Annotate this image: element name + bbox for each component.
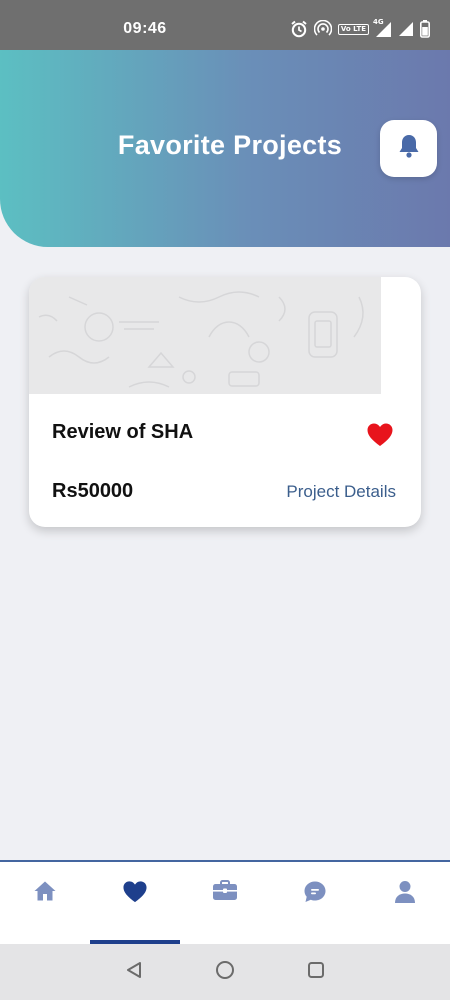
system-nav [0, 944, 450, 1000]
project-details-link[interactable]: Project Details [286, 482, 396, 502]
status-time: 09:46 [123, 20, 167, 37]
chat-icon [303, 880, 327, 909]
bell-icon [397, 133, 421, 164]
volte-icon: Vo LTE [337, 23, 369, 35]
heart-icon [366, 423, 394, 452]
project-card[interactable]: Review of SHA Rs50000 Project Details [29, 277, 421, 527]
recents-icon [306, 960, 326, 985]
signal-icon: 4G [373, 17, 392, 38]
project-title: Review of SHA [52, 421, 194, 443]
header: Favorite Projects [0, 50, 450, 247]
alarm-icon [290, 20, 308, 38]
nav-projects[interactable] [180, 862, 270, 944]
system-recents-button[interactable] [302, 958, 330, 986]
system-back-button[interactable] [120, 958, 148, 986]
nav-favorites[interactable] [90, 862, 180, 944]
home-circle-icon [215, 960, 235, 985]
back-icon [124, 960, 144, 985]
briefcase-icon [212, 880, 238, 907]
signal-icon [398, 21, 414, 37]
favorite-toggle[interactable] [366, 422, 394, 448]
status-icons: Vo LTE 4G [290, 18, 430, 40]
bottom-nav [0, 860, 450, 944]
heart-icon [122, 880, 148, 909]
home-icon [33, 880, 57, 907]
system-home-button[interactable] [211, 958, 239, 986]
nav-profile[interactable] [360, 862, 450, 944]
notification-button[interactable] [380, 120, 437, 177]
status-bar: 09:46 Vo LTE 4G [0, 0, 450, 50]
network-type-label: 4G [373, 17, 384, 26]
battery-icon [420, 20, 430, 38]
project-price: Rs50000 [52, 480, 134, 502]
project-image [29, 277, 381, 394]
nav-messages[interactable] [270, 862, 360, 944]
hotspot-icon [313, 20, 332, 38]
user-icon [394, 880, 416, 909]
nav-home[interactable] [0, 862, 90, 944]
